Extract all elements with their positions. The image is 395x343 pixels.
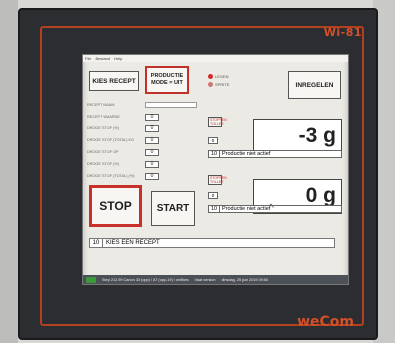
scale1-stoppen-button[interactable]: STOPPEN TOLLER	[208, 117, 227, 127]
led-icon	[208, 74, 213, 79]
model-label: Wi-81	[323, 26, 362, 39]
hmi-screen: File Bestand Help KIES RECEPT PRODUCTIE …	[82, 54, 349, 285]
form-row-value[interactable]: 0	[145, 137, 159, 144]
message-bar: 10 KIES EEN RECEPT	[89, 238, 335, 248]
scale1-zero-value[interactable]: 0	[208, 137, 218, 144]
form-row-label: DROGE STOF (%)	[87, 162, 119, 166]
message-text: KIES EEN RECEPT	[106, 240, 160, 246]
scale2-stoppen-button[interactable]: STOPPEN TOLLER	[208, 175, 227, 185]
mouse-cursor-icon: ↖	[269, 203, 275, 210]
scale1-status-num: 10	[209, 151, 220, 157]
menubar: File Bestand Help	[83, 55, 348, 62]
scale2-zero-value[interactable]: 0	[208, 192, 218, 199]
form-row-label: DROGE STOF OP	[87, 150, 119, 154]
scale2-status-text: Productie niet actief	[222, 206, 271, 212]
brand-logo: weCom	[297, 314, 354, 330]
menu-help[interactable]: Help	[114, 55, 122, 62]
scale2-status: 10 Productie niet actief	[208, 205, 342, 213]
productie-mode-button[interactable]: PRODUCTIE MODE = UIT	[145, 66, 189, 94]
recept-naam-input[interactable]	[145, 102, 197, 108]
indicator-sprite: SPRITE	[208, 82, 229, 87]
form-row-value[interactable]: 0	[145, 114, 159, 121]
indicator-legen: LEGEN	[208, 74, 229, 79]
start-menu-icon[interactable]	[86, 276, 96, 283]
form-row-label: DROGE STOF (TOTAL) (%)	[87, 174, 135, 178]
scale1-weight-display: -3 g	[253, 119, 342, 154]
taskbar-version: Vaat version	[194, 277, 216, 282]
inregelen-button[interactable]: INREGELEN	[288, 71, 341, 99]
message-code: 10	[90, 239, 103, 247]
indicator-label: SPRITE	[215, 82, 230, 87]
led-icon	[208, 82, 213, 87]
menu-bestand[interactable]: Bestand	[95, 55, 110, 62]
kies-recept-button[interactable]: KIES RECEPT	[89, 71, 139, 91]
taskbar-app-info: Step 212.99 Canon 33 (opp) / AT (opp-19)…	[102, 277, 189, 282]
form-row-value[interactable]: 0	[145, 149, 159, 156]
form-row-value[interactable]: 0	[145, 125, 159, 132]
stop-button[interactable]: STOP	[89, 185, 142, 227]
wall-left	[0, 0, 18, 343]
form-row-label: DROGE STOF (TOTAL) KG	[87, 138, 135, 142]
taskbar: Step 212.99 Canon 33 (opp) / AT (opp-19)…	[83, 275, 348, 284]
scale1-status: 10 Productie niet actief	[208, 150, 342, 158]
form-row-value[interactable]: 0	[145, 173, 159, 180]
taskbar-clock: dinsdag, 25 juni 2019 09:60	[221, 277, 269, 282]
start-button[interactable]: START	[151, 191, 195, 226]
recept-naam-label: RECEPT NAAM	[87, 103, 115, 107]
scale2-status-num: 10	[209, 206, 220, 212]
indicator-label: LEGEN	[215, 74, 229, 79]
form-row-value[interactable]: 0	[145, 161, 159, 168]
menu-file[interactable]: File	[85, 55, 91, 62]
form-row-label: RECEPT WAARDE	[87, 115, 120, 119]
scale1-status-text: Productie niet actief	[222, 151, 271, 157]
form-row-label: DROGE STOF (%)	[87, 126, 119, 130]
